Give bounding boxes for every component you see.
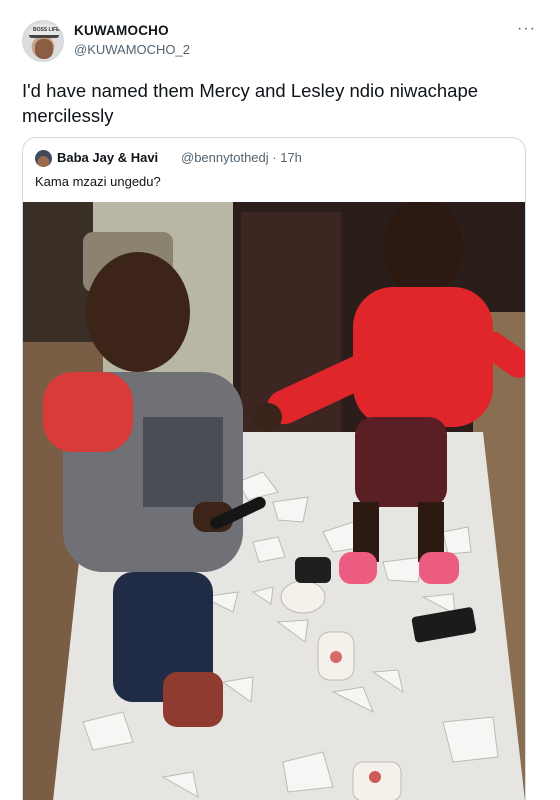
quoted-author-handle-time[interactable]: @bennytothedj · 17h	[181, 150, 302, 165]
held-hands	[254, 403, 282, 431]
quoted-tweet-header: Baba Jay & Havi @bennytothedj · 17h	[35, 149, 515, 169]
left-shelf	[23, 202, 93, 342]
cup-flower-2	[369, 771, 381, 783]
avatar-cap-text: BOSS LIFE	[33, 27, 60, 33]
quoted-tweet[interactable]: Baba Jay & Havi @bennytothedj · 17h Kama…	[22, 137, 526, 800]
face-graphic	[35, 39, 53, 59]
tweet-header: BOSS LIFE KUWAMOCHO @KUWAMOCHO_2 ···	[22, 18, 538, 66]
cup-1	[280, 580, 326, 614]
tweet-text: I'd have named them Mercy and Lesley ndi…	[22, 80, 479, 126]
toy-phone	[295, 557, 331, 583]
author-display-name[interactable]: KUWAMOCHO	[74, 23, 169, 38]
tweet-card: BOSS LIFE KUWAMOCHO @KUWAMOCHO_2 ··· I'd…	[0, 0, 560, 800]
photo-illustration	[23, 202, 525, 800]
quoted-author-avatar[interactable]	[35, 150, 52, 167]
quoted-author-display-name[interactable]: Baba Jay & Havi	[57, 150, 158, 165]
cup-flower	[330, 651, 342, 663]
author-avatar[interactable]: BOSS LIFE	[22, 20, 64, 62]
more-horizontal-icon[interactable]: ···	[517, 21, 536, 37]
quoted-tweet-photo[interactable]	[23, 202, 525, 800]
author-handle[interactable]: @KUWAMOCHO_2	[74, 42, 190, 57]
wardrobe-door	[241, 212, 341, 462]
quoted-tweet-text: Kama mzazi ungedu?	[35, 174, 161, 189]
